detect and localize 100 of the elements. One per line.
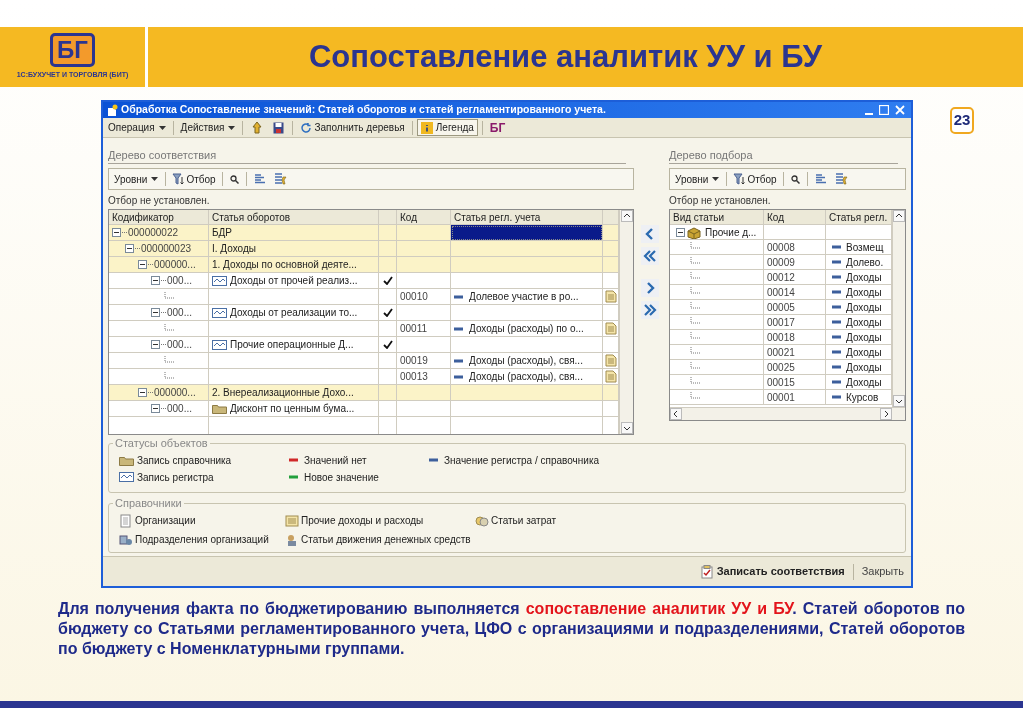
dash-icon [289,475,298,479]
item-name: Доходы [846,330,882,344]
clipboard-icon [119,513,133,528]
page-number: 23 [950,107,974,134]
tree-line [161,279,166,282]
dash-icon [832,380,841,384]
code-text: 00025 [767,360,795,374]
item-name: Дисконт по ценным бума... [230,402,355,416]
tree-code: 000000023 [141,242,192,256]
panel-heading: Дерево подбора [669,148,898,164]
catalog-link[interactable]: Статьи затрат [491,513,557,528]
double-chevron-left-icon [641,248,658,264]
dash-icon [454,374,463,379]
legend-button[interactable]: Легенда [416,119,478,136]
building-icon [119,532,133,547]
tree-line [164,323,176,334]
refresh-icon [300,121,313,134]
tree-line [690,332,702,342]
item-name: Прочие д... [705,225,757,239]
close-button[interactable]: Закрыть [857,561,908,582]
tree-code: 000... [167,338,193,352]
catalog-link[interactable]: Организации [135,513,196,528]
tree-line [164,291,176,302]
tree-code: 000000... [154,386,196,400]
item-name: 1. Доходы по основной деяте... [212,258,357,272]
checkmark-icon [382,340,393,349]
code-text: 00010 [400,290,428,304]
legend-label: Запись справочника [137,453,232,468]
fill-trees-button[interactable]: Заполнить деревья [297,119,408,136]
filter-icon [733,173,746,185]
filter-status: Отбор не установлен. [108,194,211,208]
dash-icon [289,458,298,462]
coins-icon [475,513,489,528]
tree-line [690,242,702,252]
item-name: Доходы (расходы) по о... [469,322,584,336]
item-name: БДР [212,226,232,240]
dash-icon [832,335,841,339]
code-text: 00017 [767,315,795,329]
save-button[interactable]: Записать соответствия [696,561,849,582]
tree-line [164,371,176,382]
item-name: Доходы [846,315,882,329]
legend-label: Значение регистра / справочника [444,453,600,468]
dash-icon [832,290,841,294]
close-icon [895,105,905,115]
dash-icon [832,245,841,249]
menu-button[interactable]: Уровни [672,170,723,188]
code-text: 00021 [767,345,795,359]
remove-button[interactable] [640,225,659,243]
tree-line [690,392,702,402]
item-name: Прочие операционные Д... [230,338,354,352]
scrollbar[interactable] [892,210,905,407]
code-text: 00009 [767,255,795,269]
add-all-button[interactable] [640,301,659,319]
menu-button[interactable]: Уровни [111,170,162,188]
scrollbar[interactable] [619,210,633,434]
arrow-up-icon [251,121,264,134]
settings-icon [273,173,287,185]
item-name: Доходы [846,300,882,314]
tree-line [161,343,166,346]
tree-line [135,247,140,250]
add-button[interactable] [640,279,659,297]
document-icon [285,513,299,528]
legend-label: Значений нет [304,453,367,468]
search-icon [790,174,800,184]
folder-icon [119,454,134,466]
item-name: Долево. [846,255,884,269]
item-name: Доходы [846,345,882,359]
menu-button[interactable]: Действия [177,119,239,136]
item-name: Доходы от прочей реализ... [230,274,358,288]
window-title: Обработка Сопоставление значений: Статей оборотов и статей регламентированного учета. [121,102,606,118]
item-name: 2. Внереализационные Дохо... [212,386,354,400]
tree-line [690,377,702,387]
code-text: 00005 [767,300,795,314]
remove-all-button[interactable] [640,247,659,265]
tree-code: 000000... [154,258,196,272]
panel-heading: Дерево соответствия [108,148,626,164]
item-name: Доходы [846,360,882,374]
tree-line [148,391,153,394]
legend-label: Запись регистра [137,470,214,485]
scrollbar[interactable] [670,407,905,420]
code-text: 00015 [767,375,795,389]
tree-line [690,347,702,357]
code-text: 00014 [767,285,795,299]
catalog-link[interactable]: Подразделения организаций [135,532,269,547]
code-text: 00012 [767,270,795,284]
box-icon [686,225,702,239]
catalog-link[interactable]: Статьи движения денежных средств [301,532,471,547]
menu-button[interactable]: Операция [105,119,169,136]
minimize-icon [865,113,873,115]
filter-button[interactable]: Отбор [170,170,218,188]
code-text: 00011 [400,322,428,336]
filter-button[interactable]: Отбор [731,170,779,188]
catalog-link[interactable]: Прочие доходы и расходы [301,513,424,528]
tree-line [164,355,176,366]
floppy-icon [273,121,285,134]
item-name: Долевое участие в ро... [469,290,579,304]
code-text: 00008 [767,240,795,254]
item-name: Возмещ [846,240,884,254]
tree-code: 000... [167,402,193,416]
tree-line [690,272,702,282]
